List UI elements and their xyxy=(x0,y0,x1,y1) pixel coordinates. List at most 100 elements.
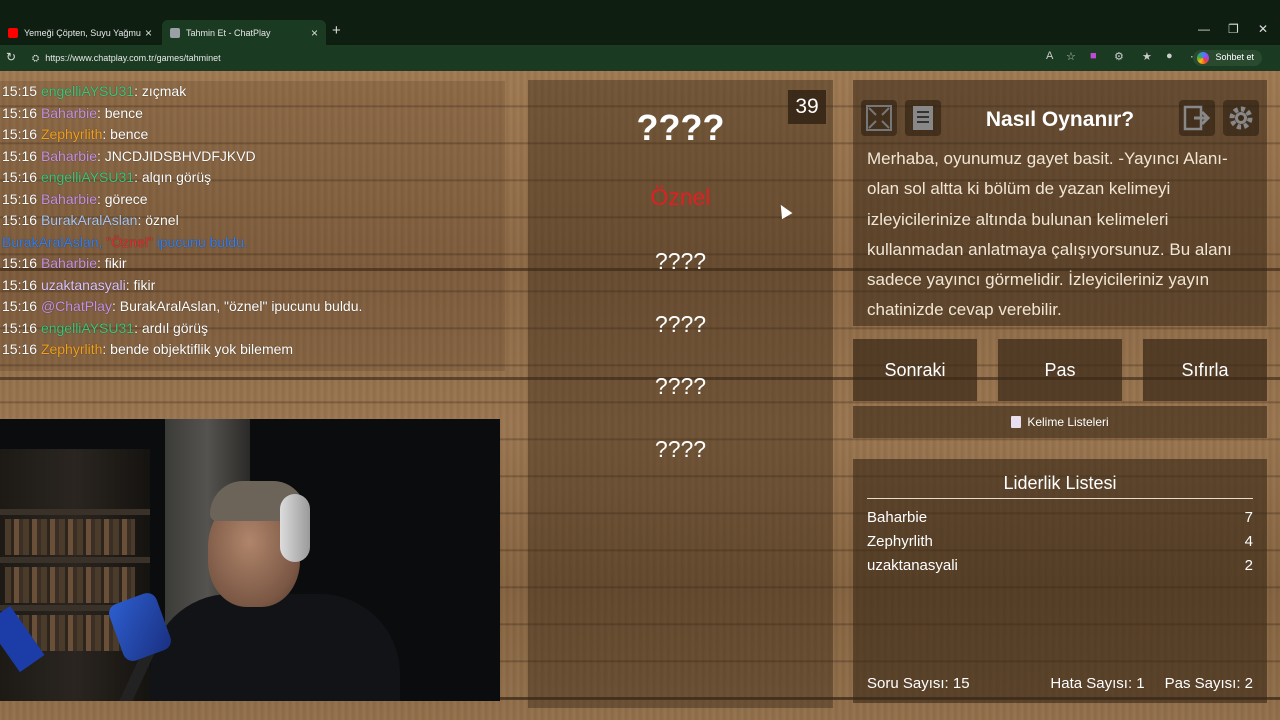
chat-timestamp: 15:16 xyxy=(2,276,38,293)
chat-timestamp: 15:16 xyxy=(2,212,38,228)
chat-username[interactable]: uzaktanasyali xyxy=(41,277,126,293)
chat-text: : öznel xyxy=(137,212,179,228)
tab-youtube[interactable]: Yemeği Çöpten, Suyu Yağmurdan... × xyxy=(0,20,160,45)
chat-message: 15:15 engelliAYSU31: zıçmak xyxy=(0,81,505,103)
chat-username[interactable]: Baharbie xyxy=(41,148,97,164)
chat-text: : fikir xyxy=(96,255,127,271)
extension-icon[interactable]: ■ xyxy=(1090,50,1097,62)
chat-message: 15:16 @ChatPlay: BurakAralAslan, "öznel"… xyxy=(0,296,505,318)
chat-timestamp: 15:16 xyxy=(2,319,38,336)
address-bar[interactable]: ⛭ https://www.chatplay.com.tr/games/tahm… xyxy=(26,48,1196,68)
new-tab-icon[interactable]: + xyxy=(332,22,341,39)
favorite-star-icon[interactable]: ☆ xyxy=(1066,50,1076,63)
copilot-icon xyxy=(1197,52,1210,64)
chat-username[interactable]: @ChatPlay xyxy=(41,298,112,314)
tab-title: Yemeği Çöpten, Suyu Yağmurdan... xyxy=(24,27,141,38)
chat-text: : JNCDJIDSBHVDFJKVD xyxy=(96,147,256,164)
next-button[interactable]: Sonraki xyxy=(853,339,977,401)
chat-message: 15:16 Zephyrlith: bence xyxy=(0,124,505,146)
notice-text: ipucunu buldu. xyxy=(152,233,248,250)
word-lists-button[interactable]: Kelime Listeleri xyxy=(853,406,1267,438)
chat-message: 15:16 engelliAYSU31: ardıl görüş xyxy=(0,318,505,340)
reload-icon[interactable]: ↻ xyxy=(6,50,16,64)
player-name: uzaktanasyali xyxy=(867,557,958,574)
close-tab-icon[interactable]: × xyxy=(145,26,152,40)
close-tab-icon[interactable]: × xyxy=(311,26,318,40)
chat-username[interactable]: engelliAYSU31 xyxy=(41,320,134,336)
chat-timestamp: 15:16 xyxy=(2,341,38,357)
player-score: 4 xyxy=(1244,533,1253,550)
forbidden-word: ???? xyxy=(654,373,707,399)
chat-username[interactable]: engelliAYSU31 xyxy=(41,169,134,185)
chat-timestamp: 15:16 xyxy=(2,104,38,121)
question-count: Soru Sayısı: 15 xyxy=(867,675,970,692)
forbidden-word: ???? xyxy=(654,248,707,274)
read-aloud-icon[interactable]: A xyxy=(1046,50,1053,62)
chat-timestamp: 15:16 xyxy=(2,126,38,142)
tab-chatplay[interactable]: Tahmin Et - ChatPlay × xyxy=(162,20,326,45)
chat-text: : BurakAralAslan, "öznel" ipucunu buldu. xyxy=(111,298,363,314)
leaderboard-panel: Liderlik Listesi Baharbie 7 Zephyrlith 4… xyxy=(853,459,1267,703)
chat-message: 15:16 engelliAYSU31: alqın görüş xyxy=(0,167,505,189)
reset-button[interactable]: Sıfırla xyxy=(1143,339,1267,401)
chat-timestamp: 15:16 xyxy=(2,169,38,185)
streamer-webcam xyxy=(0,419,500,701)
tab-strip: Yemeği Çöpten, Suyu Yağmurdan... × Tahmi… xyxy=(0,0,1280,45)
chat-username[interactable]: Zephyrlith xyxy=(41,126,102,142)
maximize-icon[interactable]: ❐ xyxy=(1228,22,1239,36)
chat-username[interactable]: Zephyrlith xyxy=(41,341,102,357)
chat-timestamp: 15:15 xyxy=(2,83,38,99)
chat-message: 15:16 Zephyrlith: bende objektiflik yok … xyxy=(0,339,505,361)
chat-text: : bence xyxy=(96,104,143,121)
address-toolbar: ↻ ⛭ https://www.chatplay.com.tr/games/ta… xyxy=(0,45,1280,71)
chat-timestamp: 15:16 xyxy=(2,298,38,314)
notepad-icon xyxy=(1011,416,1022,428)
copilot-chat-button[interactable]: Sohbet et xyxy=(1193,50,1262,66)
chat-panel: 15:15 engelliAYSU31: zıçmak 15:16 Baharbi… xyxy=(0,81,505,371)
how-to-play-text: Merhaba, oyunumuz gayet basit. -Yayıncı … xyxy=(867,149,1232,320)
pass-count: Pas Sayısı: 2 xyxy=(1164,675,1253,692)
favorites-icon[interactable]: ★ xyxy=(1142,50,1152,63)
player-score: 7 xyxy=(1244,509,1253,526)
player-name: Baharbie xyxy=(867,509,928,526)
forbidden-word: ???? xyxy=(654,436,707,462)
chat-username[interactable]: engelliAYSU31 xyxy=(41,83,134,99)
copilot-label: Sohbet et xyxy=(1215,52,1254,62)
error-count: Hata Sayısı: 1 xyxy=(1050,675,1145,692)
youtube-favicon-icon xyxy=(8,27,18,38)
player-name: Zephyrlith xyxy=(867,533,933,550)
url-text: https://www.chatplay.com.tr/games/tahmin… xyxy=(45,53,221,63)
leaderboard-divider xyxy=(867,498,1253,499)
chat-text: : zıçmak xyxy=(134,83,187,99)
site-info-icon[interactable]: ⛭ xyxy=(32,53,39,64)
chat-username[interactable]: Baharbie xyxy=(41,105,97,121)
game-page: 15:15 engelliAYSU31: zıçmak 15:16 Baharbi… xyxy=(0,71,1280,720)
chat-timestamp: 15:16 xyxy=(2,190,38,207)
leaderboard-row: uzaktanasyali 2 xyxy=(867,557,1253,574)
word-lists-label: Kelime Listeleri xyxy=(1027,415,1109,429)
chat-message: 15:16 Baharbie: görece xyxy=(0,189,505,211)
pass-button[interactable]: Pas xyxy=(998,339,1122,401)
chat-notice: BurakAralAslan, "Öznel" ipucunu buldu. xyxy=(0,232,505,254)
exit-icon[interactable] xyxy=(1179,100,1215,136)
leaderboard-row: Zephyrlith 4 xyxy=(867,533,1253,550)
chat-message: 15:16 uzaktanasyali: fikir xyxy=(0,275,505,297)
chat-timestamp: 15:16 xyxy=(2,255,38,271)
chat-message: 15:16 Baharbie: fikir xyxy=(0,253,505,275)
game-stats: Soru Sayısı: 15 Hata Sayısı: 1 Pas Sayıs… xyxy=(867,675,1253,692)
settings-gear-icon[interactable] xyxy=(1223,100,1259,136)
target-word: ???? xyxy=(636,107,725,148)
close-window-icon[interactable]: ✕ xyxy=(1258,22,1268,36)
chat-text: : alqın görüş xyxy=(134,169,212,185)
profile-avatar-icon[interactable]: ● xyxy=(1166,50,1173,62)
tab-title: Tahmin Et - ChatPlay xyxy=(186,27,271,38)
chat-username[interactable]: Baharbie xyxy=(41,191,97,207)
minimize-icon[interactable]: — xyxy=(1198,22,1210,36)
chat-username[interactable]: BurakAralAslan xyxy=(41,212,138,228)
chat-text: : bende objektiflik yok bilemem xyxy=(102,341,294,357)
extensions-puzzle-icon[interactable]: ⚙ xyxy=(1114,50,1124,63)
chatplay-favicon-icon xyxy=(170,27,180,38)
chat-message: 15:16 Baharbie: bence xyxy=(0,103,505,125)
chat-username[interactable]: Baharbie xyxy=(41,255,97,271)
forbidden-word: ???? xyxy=(654,311,707,337)
